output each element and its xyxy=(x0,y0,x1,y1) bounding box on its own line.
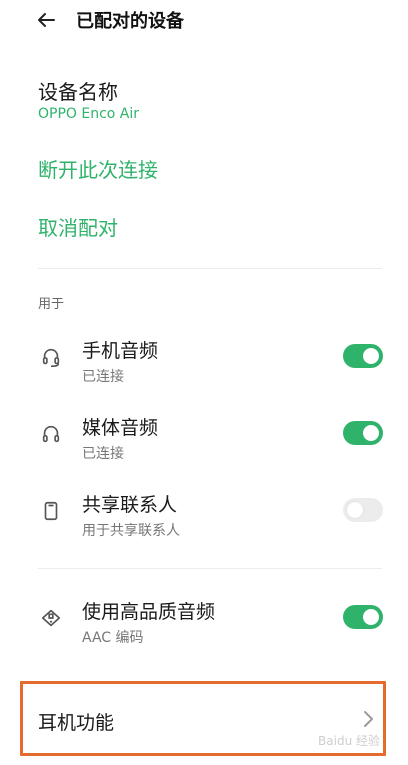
toggle-knob xyxy=(363,609,379,625)
share-contacts-toggle[interactable] xyxy=(343,498,383,522)
device-name-value[interactable]: OPPO Enco Air xyxy=(38,106,139,122)
row-title: 媒体音频 xyxy=(82,417,159,439)
toggle-knob xyxy=(347,502,363,518)
row-subtitle: 已连接 xyxy=(82,446,124,462)
share-contacts-row[interactable]: 共享联系人 用于共享联系人 xyxy=(0,490,408,550)
row-title: 使用高品质音频 xyxy=(82,601,216,623)
phone-audio-toggle[interactable] xyxy=(343,344,383,368)
headphones-icon xyxy=(40,423,62,445)
row-subtitle: 用于共享联系人 xyxy=(82,523,180,539)
disconnect-button[interactable]: 断开此次连接 xyxy=(38,154,158,183)
divider xyxy=(38,268,382,269)
headset-icon xyxy=(40,346,62,368)
settings-page: 已配对的设备 设备名称 OPPO Enco Air 断开此次连接 取消配对 用于… xyxy=(0,0,408,765)
media-audio-toggle[interactable] xyxy=(343,421,383,445)
phone-icon xyxy=(40,500,62,522)
device-name-label: 设备名称 xyxy=(38,80,118,104)
top-bar: 已配对的设备 xyxy=(0,0,408,40)
hd-audio-icon xyxy=(40,607,62,629)
phone-audio-row[interactable]: 手机音频 已连接 xyxy=(0,336,408,396)
back-button[interactable] xyxy=(34,8,58,32)
row-title: 共享联系人 xyxy=(82,494,178,516)
page-title: 已配对的设备 xyxy=(76,11,184,32)
media-audio-row[interactable]: 媒体音频 已连接 xyxy=(0,413,408,473)
hq-audio-toggle[interactable] xyxy=(343,605,383,629)
row-subtitle: AAC 编码 xyxy=(82,630,144,646)
arrow-left-icon xyxy=(38,13,55,27)
section-label: 用于 xyxy=(38,297,65,312)
toggle-knob xyxy=(363,348,379,364)
watermark-text: Baidu 经验 xyxy=(318,734,380,748)
unpair-button[interactable]: 取消配对 xyxy=(38,212,118,241)
divider xyxy=(38,568,382,569)
hq-audio-row[interactable]: 使用高品质音频 AAC 编码 xyxy=(0,597,408,657)
row-subtitle: 已连接 xyxy=(82,369,124,385)
toggle-knob xyxy=(363,425,379,441)
row-title: 手机音频 xyxy=(82,340,159,362)
